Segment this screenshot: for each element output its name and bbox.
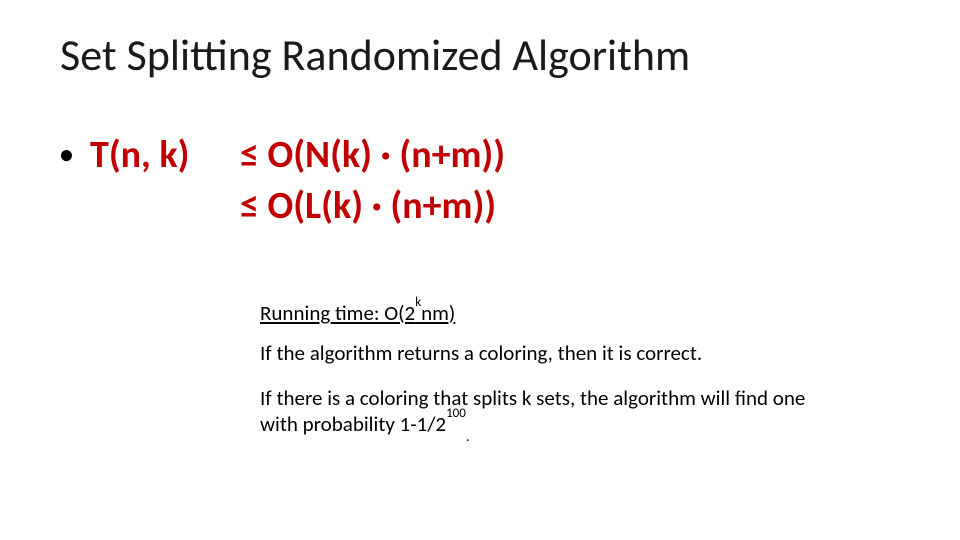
slide-title: Set Splitting Randomized Algorithm — [60, 28, 690, 82]
slide: Set Splitting Randomized Algorithm T(n, … — [0, 0, 960, 540]
formula-row-1: T(n, k) ≤ O(N(k) · (n+m)) — [60, 130, 505, 181]
formula-rhs1: ≤ O(N(k) · (n+m)) — [240, 130, 505, 181]
formula-rhs2: ≤ O(L(k) · (n+m)) — [240, 181, 496, 232]
correctness-text: If the algorithm returns a coloring, the… — [260, 340, 830, 366]
bullet-icon — [60, 130, 90, 181]
running-time-text: Running time: O(2knm) — [260, 300, 830, 326]
complexity-formula: T(n, k) ≤ O(N(k) · (n+m)) ≤ O(L(k) · (n+… — [60, 130, 505, 233]
formula-row-2: ≤ O(L(k) · (n+m)) — [60, 181, 505, 232]
probability-text: If there is a coloring that splits k set… — [260, 385, 830, 441]
formula-lhs: T(n, k) — [90, 130, 240, 181]
